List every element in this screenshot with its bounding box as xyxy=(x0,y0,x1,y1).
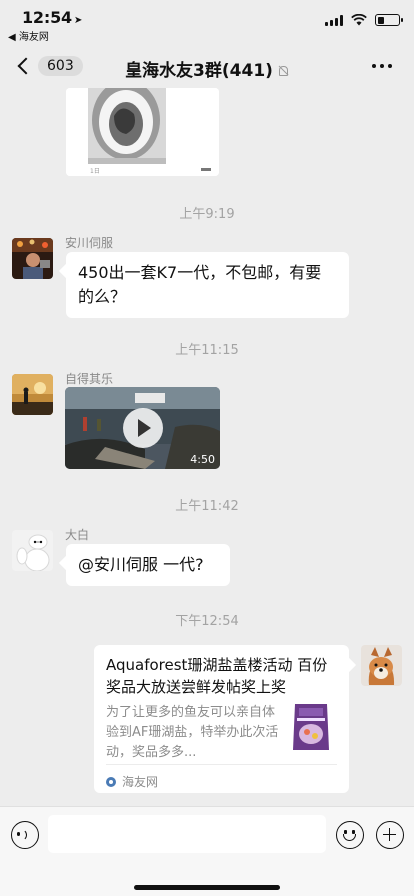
video-message[interactable]: 4:50 xyxy=(65,387,220,469)
chat-title: 皇海水友3群(441) xyxy=(0,56,414,81)
more-options-button[interactable] xyxy=(372,64,392,68)
message-bubble[interactable]: 450出一套K7一代，不包邮，有要的么？ xyxy=(66,252,349,318)
input-bar xyxy=(0,806,414,896)
status-bar: 12:54 ➤ ◀ 海友网 xyxy=(0,0,414,44)
emoji-icon[interactable] xyxy=(336,821,364,849)
battery-icon xyxy=(375,14,403,26)
link-description: 为了让更多的鱼友可以亲自体验到AF珊湖盐，特举办此次活动，奖品多多... xyxy=(106,705,279,760)
bell-slash-icon xyxy=(277,65,289,77)
message-bubble[interactable]: @安川伺服 一代? xyxy=(66,544,230,586)
avatar-image xyxy=(12,238,53,279)
toilet-photo-image xyxy=(66,88,219,176)
timestamp: 上午9:19 xyxy=(179,207,235,222)
nav-bar: 603 皇海水友3群(441) xyxy=(0,44,414,88)
avatar-image xyxy=(12,530,53,571)
wifi-icon xyxy=(351,14,367,26)
sender-name: 自得其乐 xyxy=(65,372,114,386)
location-arrow-icon: ➤ xyxy=(73,15,83,26)
avatar[interactable] xyxy=(12,530,53,571)
avatar[interactable] xyxy=(361,645,402,686)
back-to-app-link[interactable]: ◀ 海友网 xyxy=(8,28,49,43)
timestamp: 上午11:15 xyxy=(175,343,239,358)
sender-name: 大白 xyxy=(65,528,90,542)
link-card-message[interactable]: Aquaforest珊湖盐盖楼活动 百份奖品大放送尝鲜发帖奖上奖 为了让更多的鱼… xyxy=(94,645,349,793)
status-icons xyxy=(325,14,403,26)
link-thumbnail-image xyxy=(287,700,335,754)
home-indicator[interactable] xyxy=(134,885,280,890)
timestamp: 上午11:42 xyxy=(175,499,239,514)
avatar-image xyxy=(361,645,402,686)
sender-name: 安川伺服 xyxy=(65,236,114,250)
image-caption: 1日 xyxy=(90,168,100,175)
status-time: 12:54 ➤ xyxy=(22,8,83,27)
cellular-signal-icon xyxy=(325,14,343,26)
plus-icon[interactable] xyxy=(376,821,404,849)
voice-icon[interactable] xyxy=(11,821,39,849)
avatar[interactable] xyxy=(12,238,53,279)
source-app-icon xyxy=(106,776,116,787)
timestamp: 下午12:54 xyxy=(175,614,239,629)
avatar-image xyxy=(12,374,53,415)
play-icon[interactable] xyxy=(123,408,163,448)
link-source: 海友网 xyxy=(106,773,158,790)
link-title: Aquaforest珊湖盐盖楼活动 百份奖品大放送尝鲜发帖奖上奖 xyxy=(106,656,328,696)
avatar[interactable] xyxy=(12,374,53,415)
message-input[interactable] xyxy=(48,815,326,853)
video-duration: 4:50 xyxy=(190,453,215,466)
image-message[interactable]: 1日 xyxy=(66,88,219,176)
divider xyxy=(106,764,337,765)
